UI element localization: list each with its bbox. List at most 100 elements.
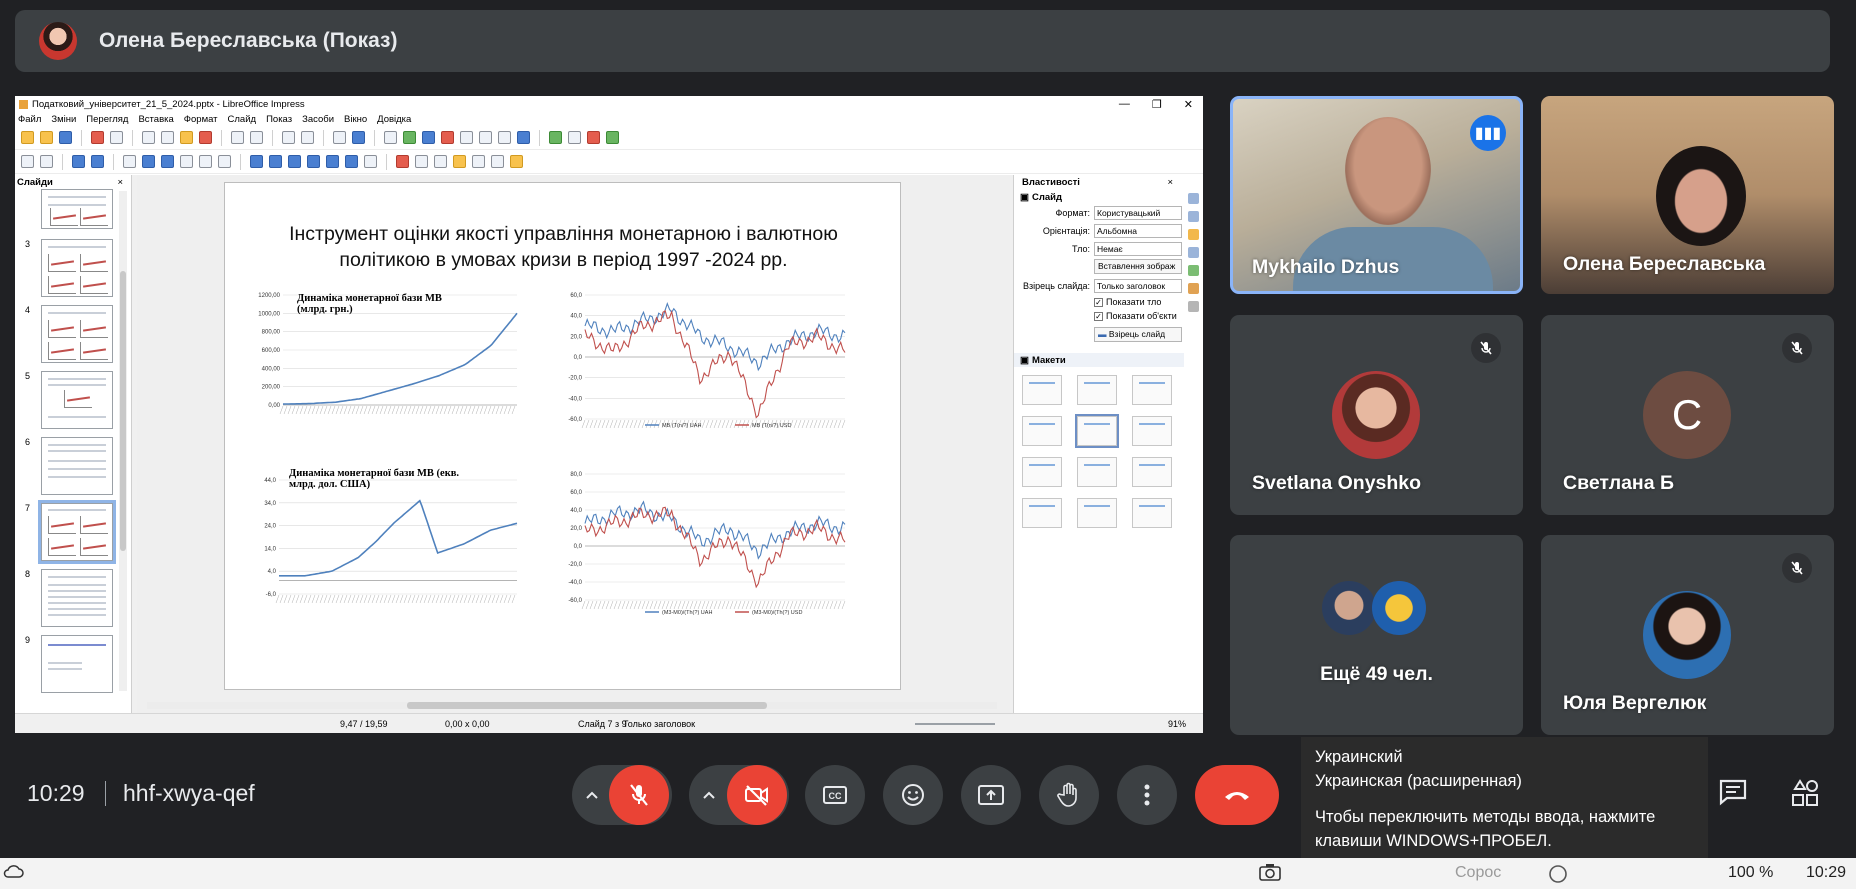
new-icon[interactable] — [21, 131, 34, 144]
arrange-icon[interactable] — [434, 155, 447, 168]
background-select[interactable]: Немає — [1094, 242, 1182, 256]
raise-hand-button[interactable] — [1039, 765, 1099, 825]
clone-formatting-icon[interactable] — [199, 131, 212, 144]
activities-icon[interactable] — [1790, 778, 1820, 813]
show-objects-checkbox[interactable]: ✓ Показати об'єкти — [1094, 311, 1177, 321]
crop-icon[interactable] — [472, 155, 485, 168]
media-icon[interactable] — [422, 131, 435, 144]
leave-call-button[interactable] — [1195, 765, 1279, 825]
rectangle-icon[interactable] — [142, 155, 155, 168]
start-slideshow-icon[interactable] — [549, 131, 562, 144]
slide-thumbnail-9[interactable]: 9 — [25, 635, 113, 693]
section-slide[interactable]: ▣ Слайд — [1014, 190, 1203, 204]
participant-tile[interactable]: Олена Береславська — [1541, 96, 1834, 294]
animation-deck-icon[interactable] — [1188, 229, 1199, 240]
menu-edit[interactable]: Зміни — [51, 114, 76, 125]
slide-thumbnail-5[interactable]: 5 — [25, 371, 113, 429]
chart-monetary-base-usd[interactable]: 44,0 34,0 24,0 14,0 4,0 -6,0 Динаміка монетар… — [245, 468, 525, 618]
layout-six-content[interactable] — [1132, 498, 1172, 528]
table-icon[interactable] — [384, 131, 397, 144]
menu-format[interactable]: Формат — [184, 114, 218, 125]
slide-transition-icon[interactable] — [1188, 211, 1199, 222]
fill-color-icon[interactable] — [91, 155, 104, 168]
find-replace-icon[interactable] — [282, 131, 295, 144]
more-options-button[interactable] — [1117, 765, 1177, 825]
redo-icon[interactable] — [250, 131, 263, 144]
line-icon[interactable] — [123, 155, 136, 168]
master-slide-select[interactable]: Только заголовок — [1094, 279, 1182, 293]
slide-thumbnail-2[interactable] — [25, 189, 113, 229]
close-icon[interactable]: ✕ — [1184, 98, 1193, 111]
layout-title-content-two[interactable] — [1132, 457, 1172, 487]
slide-thumbnail-6[interactable]: 6 — [25, 437, 113, 495]
zoom-icon[interactable] — [40, 155, 53, 168]
close-panel-icon[interactable]: × — [117, 177, 123, 188]
copy-icon[interactable] — [161, 131, 174, 144]
points-icon[interactable] — [491, 155, 504, 168]
cloud-icon[interactable] — [2, 863, 24, 884]
camera-icon[interactable] — [1258, 862, 1282, 887]
layout-title-only[interactable] — [1075, 414, 1119, 448]
glue-points-icon[interactable] — [510, 155, 523, 168]
align-icon[interactable] — [415, 155, 428, 168]
menu-insert[interactable]: Вставка — [138, 114, 173, 125]
captions-button[interactable]: CC — [805, 765, 865, 825]
undo-icon[interactable] — [231, 131, 244, 144]
chart-icon[interactable] — [441, 131, 454, 144]
volume-level[interactable]: 100 % — [1728, 864, 1773, 882]
open-icon[interactable] — [40, 131, 53, 144]
properties-deck-icon[interactable] — [1188, 193, 1199, 204]
zoom-level[interactable]: 91% — [1168, 719, 1186, 729]
audio-options-chevron-icon[interactable] — [572, 765, 612, 825]
slides-scrollbar[interactable] — [119, 191, 127, 691]
block-arrows-icon[interactable] — [288, 155, 301, 168]
arrow-icon[interactable] — [180, 155, 193, 168]
menu-slide[interactable]: Слайд — [228, 114, 257, 125]
3d-objects-icon[interactable] — [364, 155, 377, 168]
participant-tile[interactable]: Svetlana Onyshko — [1230, 315, 1523, 515]
menu-window[interactable]: Вікно — [344, 114, 367, 125]
cut-icon[interactable] — [142, 131, 155, 144]
layout-title-content[interactable] — [1132, 375, 1172, 405]
chart-m3-m0-growth-rates[interactable]: 80,0 60,0 40,0 20,0 0,0 -20,0 -40,0 -60,0 (M3-M0… — [555, 458, 855, 623]
layout-two-two-content[interactable] — [1022, 498, 1062, 528]
canvas-horizontal-scrollbar[interactable] — [147, 702, 997, 709]
rotate-icon[interactable] — [396, 155, 409, 168]
curve-icon[interactable] — [199, 155, 212, 168]
image-icon[interactable] — [403, 131, 416, 144]
shadow-icon[interactable] — [453, 155, 466, 168]
layout-title-slide[interactable] — [1077, 375, 1117, 405]
format-select[interactable]: Користувацький — [1094, 206, 1182, 220]
chat-icon[interactable] — [1718, 778, 1748, 811]
zoom-slider[interactable] — [915, 723, 995, 725]
slide-thumbnail-8[interactable]: 8 — [25, 569, 113, 627]
menu-view[interactable]: Перегляд — [86, 114, 128, 125]
present-now-button[interactable] — [961, 765, 1021, 825]
close-sidebar-icon[interactable]: × — [1167, 177, 1173, 188]
layout-two-content-title[interactable] — [1022, 457, 1062, 487]
slide-title[interactable]: Інструмент оцінки якості управління моне… — [255, 221, 872, 273]
maximize-icon[interactable]: ❐ — [1152, 98, 1162, 111]
menu-file[interactable]: Файл — [18, 114, 41, 125]
more-participants-tile[interactable]: Ещё 49 чел. — [1230, 535, 1523, 735]
reactions-button[interactable] — [883, 765, 943, 825]
save-icon[interactable] — [59, 131, 72, 144]
camera-toggle-button[interactable] — [727, 765, 787, 825]
video-options-chevron-icon[interactable] — [689, 765, 729, 825]
menu-help[interactable]: Довідка — [377, 114, 411, 125]
display-views-icon[interactable] — [352, 131, 365, 144]
master-slides-deck-icon[interactable] — [1188, 247, 1199, 258]
ellipse-icon[interactable] — [161, 155, 174, 168]
animation-icon[interactable] — [587, 131, 600, 144]
master-slides-button[interactable]: ▬ Взірець слайд — [1094, 327, 1182, 342]
select-icon[interactable] — [21, 155, 34, 168]
fontwork-icon[interactable] — [498, 131, 511, 144]
line-color-icon[interactable] — [72, 155, 85, 168]
chart-mb-growth-rates[interactable]: 60,0 40,0 20,0 0,0 -20,0 -40,0 -60,0 МВ (Т(n/?)… — [555, 287, 855, 437]
minimize-icon[interactable]: — — [1119, 98, 1130, 111]
textbox-icon[interactable] — [460, 131, 473, 144]
export-pdf-icon[interactable] — [91, 131, 104, 144]
flowchart-icon[interactable] — [307, 155, 320, 168]
layout-content-title[interactable] — [1077, 457, 1117, 487]
layout-blank[interactable] — [1022, 375, 1062, 405]
